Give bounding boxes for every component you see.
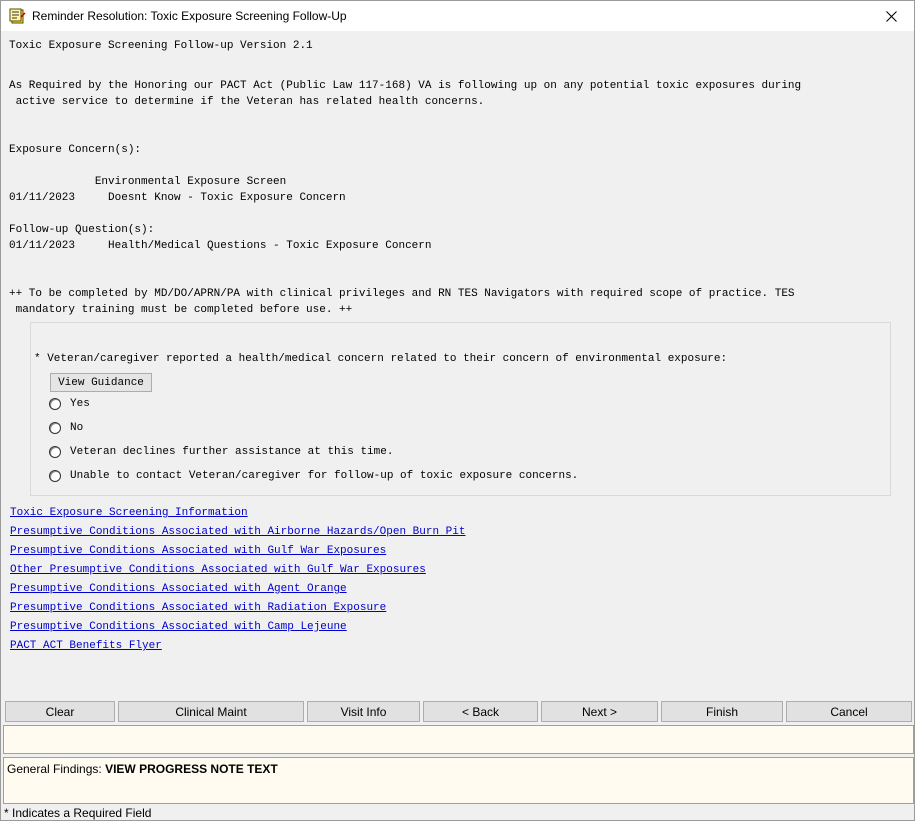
general-findings-label: General Findings:	[7, 762, 102, 776]
link-toxic-exposure-screening-info[interactable]: Toxic Exposure Screening Information	[10, 507, 248, 519]
required-field-note: * Indicates a Required Field	[4, 806, 152, 820]
option-label: Yes	[70, 398, 90, 410]
cancel-button[interactable]: Cancel	[786, 701, 912, 722]
link-camp-lejeune[interactable]: Presumptive Conditions Associated with C…	[10, 621, 347, 633]
visit-info-button[interactable]: Visit Info	[307, 701, 420, 722]
general-findings-panel[interactable]: General Findings: VIEW PROGRESS NOTE TEX…	[3, 757, 914, 804]
title-bar: Reminder Resolution: Toxic Exposure Scre…	[1, 1, 914, 31]
general-findings-line: General Findings: VIEW PROGRESS NOTE TEX…	[7, 762, 278, 776]
close-button[interactable]	[868, 1, 914, 31]
dialog-heading: Toxic Exposure Screening Follow-up Versi…	[9, 40, 313, 52]
option-yes[interactable]: Yes	[49, 396, 90, 412]
dialog-button-bar: Clear Clinical Maint Visit Info < Back N…	[3, 701, 914, 723]
radio-button-icon[interactable]	[49, 470, 61, 482]
link-other-gulf-war-exposures[interactable]: Other Presumptive Conditions Associated …	[10, 564, 426, 576]
back-button[interactable]: < Back	[423, 701, 538, 722]
option-label: No	[70, 422, 84, 434]
message-area	[3, 725, 914, 754]
next-button[interactable]: Next >	[541, 701, 658, 722]
required-question-prompt: * Veteran/caregiver reported a health/me…	[34, 353, 728, 365]
radio-button-icon[interactable]	[49, 422, 61, 434]
link-gulf-war-exposures[interactable]: Presumptive Conditions Associated with G…	[10, 545, 386, 557]
close-icon	[885, 10, 897, 22]
radio-button-icon[interactable]	[49, 398, 61, 410]
radio-button-icon[interactable]	[49, 446, 61, 458]
window-title: Reminder Resolution: Toxic Exposure Scre…	[32, 9, 347, 23]
link-agent-orange[interactable]: Presumptive Conditions Associated with A…	[10, 583, 347, 595]
follow-up-question-entry: 01/11/2023 Health/Medical Questions - To…	[9, 240, 432, 252]
follow-up-questions-heading: Follow-up Question(s):	[9, 224, 155, 236]
exposure-concern-entry: 01/11/2023 Doesnt Know - Toxic Exposure …	[9, 192, 346, 204]
general-findings-value: VIEW PROGRESS NOTE TEXT	[105, 762, 278, 776]
link-airborne-hazards-burn-pit[interactable]: Presumptive Conditions Associated with A…	[10, 526, 465, 538]
reminder-dialog-icon	[9, 8, 26, 24]
finish-button[interactable]: Finish	[661, 701, 783, 722]
intro-text-line-1: As Required by the Honoring our PACT Act…	[9, 80, 802, 92]
exposure-concerns-heading: Exposure Concern(s):	[9, 144, 142, 156]
link-pact-act-benefits-flyer[interactable]: PACT ACT Benefits Flyer	[10, 640, 162, 652]
dialog-content: Toxic Exposure Screening Follow-up Versi…	[3, 32, 914, 695]
exposure-screen-label: Environmental Exposure Screen	[9, 176, 287, 188]
view-guidance-button[interactable]: View Guidance	[50, 373, 152, 392]
option-declines[interactable]: Veteran declines further assistance at t…	[49, 444, 393, 460]
option-unable-to-contact[interactable]: Unable to contact Veteran/caregiver for …	[49, 468, 578, 484]
instructions-line-2: mandatory training must be completed bef…	[9, 304, 353, 316]
clinical-maint-button[interactable]: Clinical Maint	[118, 701, 304, 722]
option-label: Veteran declines further assistance at t…	[70, 446, 394, 458]
option-label: Unable to contact Veteran/caregiver for …	[70, 470, 579, 482]
reminder-resolution-window: Reminder Resolution: Toxic Exposure Scre…	[0, 0, 915, 821]
instructions-line-1: ++ To be completed by MD/DO/APRN/PA with…	[9, 288, 795, 300]
clear-button[interactable]: Clear	[5, 701, 115, 722]
link-radiation-exposure[interactable]: Presumptive Conditions Associated with R…	[10, 602, 386, 614]
option-no[interactable]: No	[49, 420, 83, 436]
intro-text-line-2: active service to determine if the Veter…	[9, 96, 485, 108]
